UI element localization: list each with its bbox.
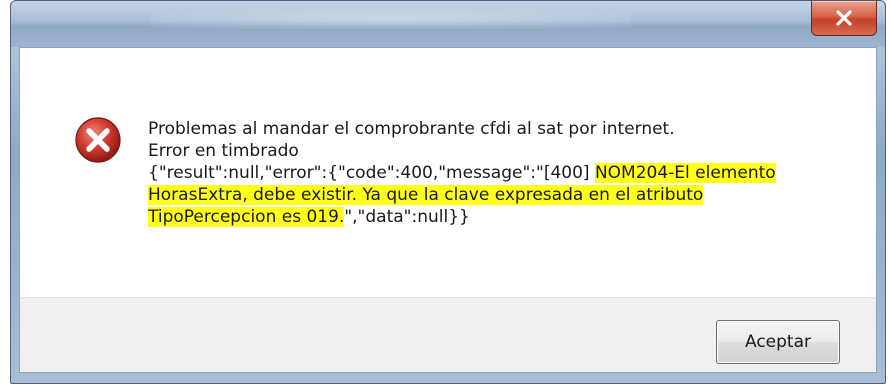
error-icon [75, 117, 121, 163]
error-dialog-window: Problemas al mandar el comprobrante cfdi… [10, 0, 886, 384]
highlighted-text-3: TipoPercepcion es 019. [148, 207, 345, 227]
close-icon [836, 10, 852, 26]
highlighted-text-1: NOM204-El elemento [594, 163, 776, 183]
title-bar[interactable] [11, 1, 885, 47]
close-button[interactable] [811, 1, 877, 36]
message-json: {"result":null,"error":{"code":400,"mess… [148, 162, 848, 228]
error-message: Problemas al mandar el comprobrante cfdi… [148, 118, 848, 228]
accept-button[interactable]: Aceptar [716, 320, 840, 364]
dialog-footer: Aceptar [19, 297, 877, 373]
message-line-1: Problemas al mandar el comprobrante cfdi… [148, 119, 675, 139]
json-prefix: {"result":null,"error":{"code":400,"mess… [148, 163, 595, 183]
json-suffix: ","data":null}} [344, 207, 470, 227]
highlighted-text-2: HorasExtra, debe existir. Ya que la clav… [148, 185, 704, 205]
message-line-2: Error en timbrado [148, 141, 299, 161]
dialog-content: Problemas al mandar el comprobrante cfdi… [19, 47, 877, 298]
